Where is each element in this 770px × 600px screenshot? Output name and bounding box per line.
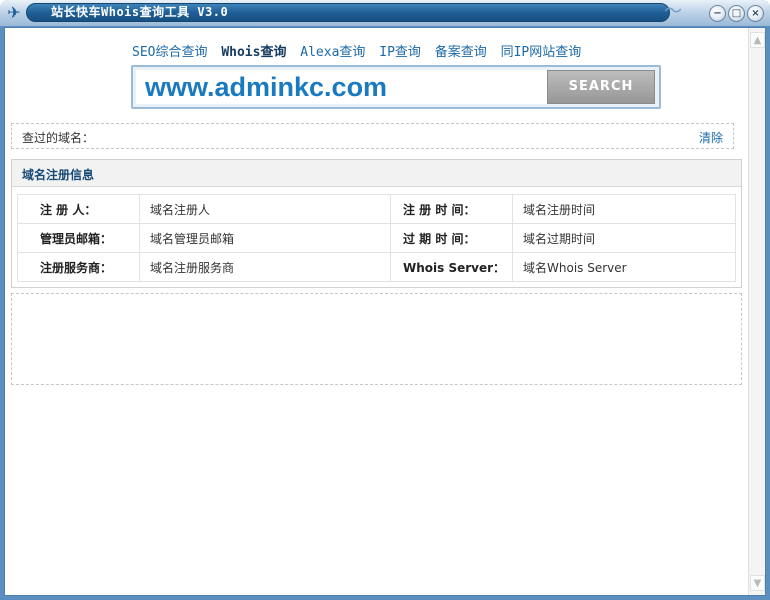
table-row: 注 册 人： 域名注册人 注 册 时 间： 域名注册时间: [17, 194, 736, 224]
registrar-label: 注册服务商：: [17, 252, 140, 282]
nav-icp[interactable]: 备案查询: [435, 45, 487, 60]
app-window: ✈ 站长快车Whois查询工具 V3.0 〜 − □ × SEO综合查询 Who…: [0, 0, 770, 600]
whois-server-label: Whois Server：: [390, 252, 513, 282]
minimize-icon[interactable]: −: [709, 5, 726, 22]
panel-title: 域名注册信息: [22, 168, 95, 182]
whois-table: 注 册 人： 域名注册人 注 册 时 间： 域名注册时间 管理员邮箱： 域名管理…: [17, 194, 736, 282]
panel-header: 域名注册信息: [12, 160, 741, 187]
table-row: 管理员邮箱： 域名管理员邮箱 过 期 时 间： 域名过期时间: [17, 223, 736, 253]
vertical-scrollbar[interactable]: ▲ ▼: [748, 28, 765, 595]
registrant-value: 域名注册人: [139, 194, 391, 224]
nav-seo[interactable]: SEO综合查询: [132, 45, 207, 60]
swoosh-decoration: 〜: [664, 1, 682, 22]
query-nav: SEO综合查询 Whois查询 Alexa查询 IP查询 备案查询 同IP网站查…: [132, 41, 587, 60]
nav-same-ip[interactable]: 同IP网站查询: [501, 45, 582, 60]
registrant-label: 注 册 人：: [17, 194, 140, 224]
scroll-down-icon[interactable]: ▼: [750, 575, 765, 591]
close-icon[interactable]: ×: [747, 5, 764, 22]
title-bar[interactable]: ✈ 站长快车Whois查询工具 V3.0 〜 − □ ×: [0, 0, 770, 26]
admin-email-value: 域名管理员邮箱: [139, 223, 391, 253]
registration-panel: 域名注册信息 注 册 人： 域名注册人 注 册 时 间： 域名注册时间 管理员邮…: [11, 159, 742, 288]
admin-email-label: 管理员邮箱：: [17, 223, 140, 253]
search-button[interactable]: SEARCH: [547, 70, 655, 104]
table-row: 注册服务商： 域名注册服务商 Whois Server： 域名Whois Ser…: [17, 252, 736, 282]
window-title: 站长快车Whois查询工具 V3.0: [51, 5, 229, 19]
maximize-icon[interactable]: □: [728, 5, 745, 22]
created-date-value: 域名注册时间: [512, 194, 736, 224]
client-area: SEO综合查询 Whois查询 Alexa查询 IP查询 备案查询 同IP网站查…: [4, 27, 766, 596]
registrar-value: 域名注册服务商: [139, 252, 391, 282]
scroll-up-icon[interactable]: ▲: [750, 32, 765, 48]
history-bar: 查过的域名： 清除: [11, 123, 734, 149]
domain-input[interactable]: [136, 70, 547, 104]
airplane-icon: ✈: [7, 3, 21, 22]
history-label: 查过的域名：: [22, 131, 95, 145]
nav-whois[interactable]: Whois查询: [221, 45, 286, 60]
created-date-label: 注 册 时 间：: [390, 194, 513, 224]
whois-server-value: 域名Whois Server: [512, 252, 736, 282]
nav-ip[interactable]: IP查询: [379, 45, 421, 60]
expiry-date-value: 域名过期时间: [512, 223, 736, 253]
nav-alexa[interactable]: Alexa查询: [300, 45, 365, 60]
clear-history-link[interactable]: 清除: [699, 129, 723, 146]
expiry-date-label: 过 期 时 间：: [390, 223, 513, 253]
search-box: SEARCH: [131, 65, 661, 109]
result-area: [11, 293, 742, 385]
